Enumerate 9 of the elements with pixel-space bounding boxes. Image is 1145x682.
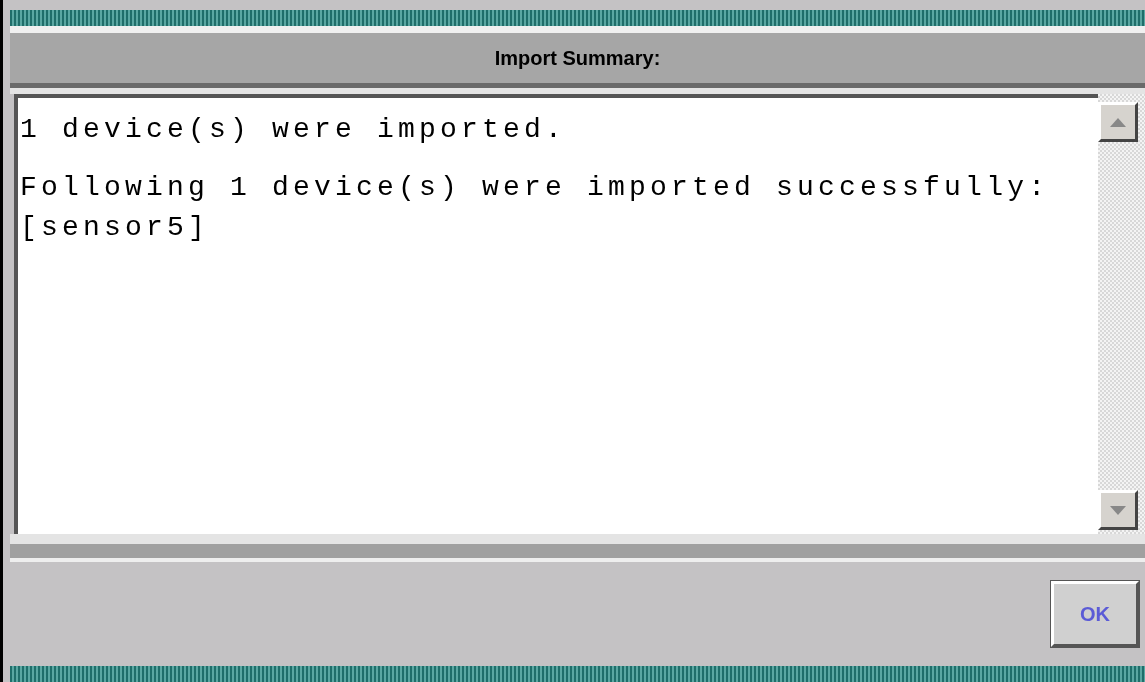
scroll-down-button[interactable] [1098,490,1138,530]
summary-text-area[interactable]: 1 device(s) were imported. Following 1 device(s) were imported successfully: [sensor5] [14,94,1098,534]
up-arrow-icon [1110,117,1126,127]
down-arrow-icon [1110,505,1126,515]
dialog-title: Import Summary: [494,46,661,71]
scrollbar[interactable] [1098,94,1145,534]
scroll-up-button[interactable] [1098,102,1138,142]
summary-paragraph: Following 1 device(s) were imported successfully: [sensor5] [20,171,1051,245]
summary-paragraph: 1 device(s) were imported. [20,113,568,147]
